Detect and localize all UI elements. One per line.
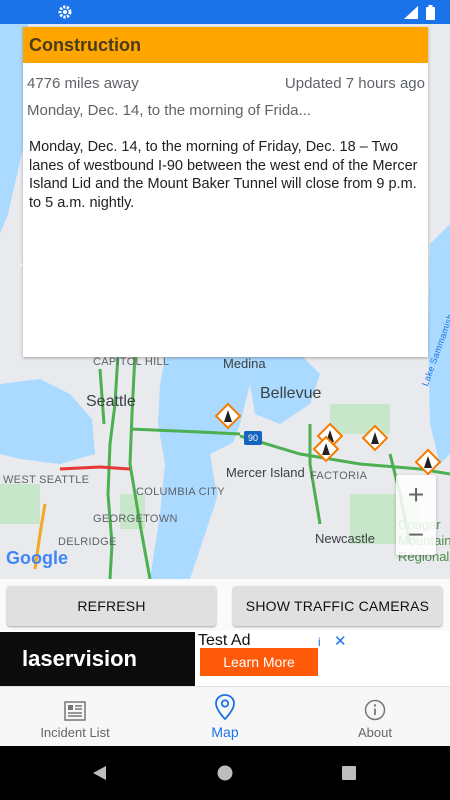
ad-learn-more-button[interactable]: Learn More (200, 648, 318, 676)
list-icon (64, 701, 86, 721)
nav-item-incident-list[interactable]: Incident List (0, 687, 150, 747)
status-bar (0, 0, 450, 24)
label-newcastle: Newcastle (315, 531, 375, 546)
nav-label-map: Map (211, 724, 239, 740)
popup-meta: 4776 miles away Updated 7 hours ago (23, 63, 428, 92)
interstate-shield: 90 (244, 431, 262, 445)
label-west-seattle: WEST SEATTLE (3, 474, 90, 486)
label-mercer-island: Mercer Island (226, 465, 305, 480)
label-georgetown: GEORGETOWN (93, 513, 178, 525)
recents-icon[interactable] (342, 766, 356, 780)
system-navigation-bar (0, 746, 450, 800)
gear-icon (58, 5, 72, 19)
zoom-in-button[interactable]: + (396, 475, 436, 515)
map-pin-icon (215, 694, 235, 720)
back-icon[interactable] (91, 765, 107, 781)
show-traffic-cameras-button[interactable]: SHOW TRAFFIC CAMERAS (233, 586, 442, 626)
info-icon (364, 699, 386, 721)
nav-label-about: About (358, 725, 392, 740)
incident-description: Monday, Dec. 14, to the morning of Frida… (29, 139, 418, 211)
label-factoria: FACTORIA (310, 470, 368, 482)
incident-updated: Updated 7 hours ago (284, 75, 425, 92)
nav-item-map[interactable]: Map (150, 687, 300, 747)
label-delridge: DELRIDGE (58, 536, 117, 548)
incident-category: Construction (29, 34, 141, 55)
label-bellevue: Bellevue (260, 385, 322, 402)
signal-icon (404, 6, 418, 19)
google-logo: Google (6, 548, 68, 568)
action-bar: REFRESH SHOW TRAFFIC CAMERAS (0, 579, 450, 631)
zoom-controls: + − (396, 475, 436, 555)
refresh-button[interactable]: REFRESH (7, 586, 216, 626)
ad-brand: laservision (0, 632, 195, 686)
label-seattle: Seattle (86, 393, 136, 410)
popup-header: Construction (23, 27, 428, 63)
battery-icon (426, 5, 435, 20)
ad-info-icon[interactable]: i (318, 635, 321, 649)
ad-banner[interactable]: laservision Test Ad Learn More i ✕ (0, 632, 350, 686)
home-icon[interactable] (217, 765, 233, 781)
label-columbia-city: COLUMBIA CITY (136, 486, 225, 498)
bottom-navigation: Incident List Map About (0, 686, 450, 747)
incident-summary: Monday, Dec. 14, to the morning of Frida… (27, 102, 312, 119)
nav-item-about[interactable]: About (300, 687, 450, 747)
zoom-out-button[interactable]: − (396, 515, 436, 555)
nav-label-incident-list: Incident List (40, 725, 110, 740)
incident-distance: 4776 miles away (27, 75, 139, 92)
incident-popup[interactable]: Construction 4776 miles away Updated 7 h… (23, 27, 428, 357)
label-medina: Medina (223, 356, 266, 371)
ad-close-icon[interactable]: ✕ (334, 632, 347, 650)
label-capitol-hill: CAPITOL HILL (93, 356, 170, 368)
